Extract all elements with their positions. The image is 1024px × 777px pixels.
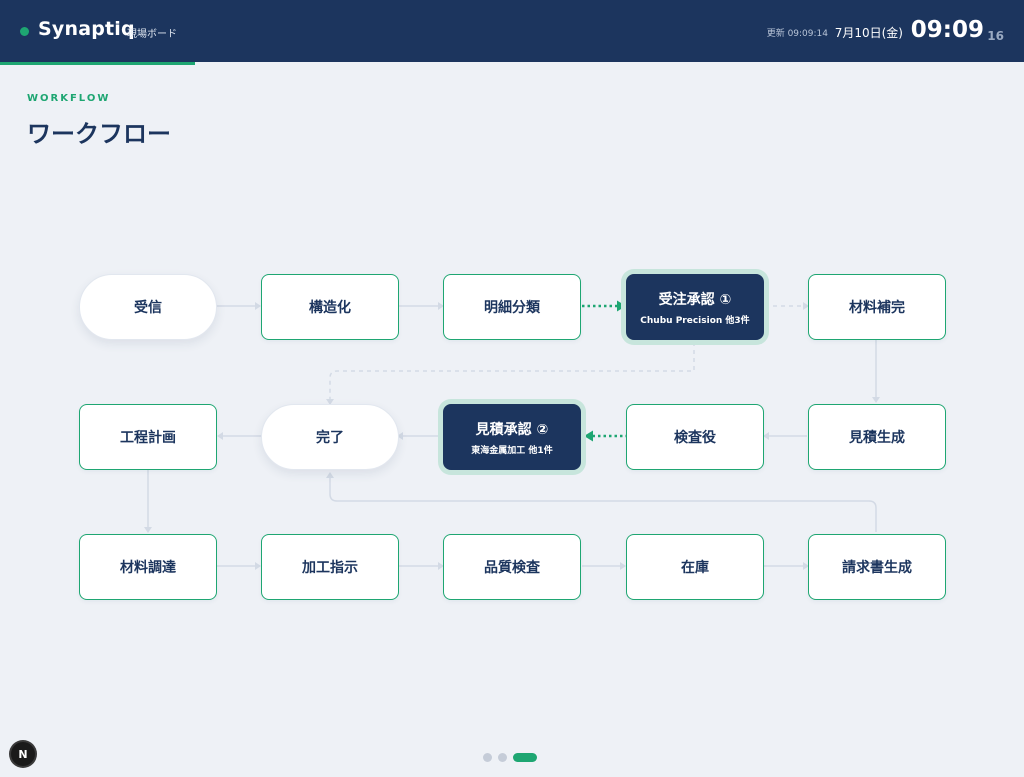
node-label: 見積生成: [849, 430, 905, 446]
workflow-node-材料調達[interactable]: 材料調達: [79, 534, 217, 600]
dev-tools-badge-icon[interactable]: N: [11, 742, 35, 766]
node-label: 構造化: [309, 300, 351, 316]
workflow-node-在庫[interactable]: 在庫: [626, 534, 764, 600]
node-label: 明細分類: [484, 300, 540, 316]
workflow-connectors: [144, 300, 880, 570]
node-label: 工程計画: [120, 430, 176, 446]
node-label: 在庫: [681, 560, 709, 576]
node-sublabel: 東海金属加工 他1件: [471, 445, 553, 456]
node-label: 完了: [316, 430, 344, 446]
node-label: 加工指示: [302, 560, 358, 576]
workflow-node-受注承認[interactable]: 受注承認 ① Chubu Precision 他3件: [626, 274, 764, 340]
node-label: 見積承認 ②: [475, 421, 549, 438]
workflow-node-明細分類[interactable]: 明細分類: [443, 274, 581, 340]
node-label: 検査役: [674, 430, 716, 446]
workflow-node-完了[interactable]: 完了: [261, 404, 399, 470]
node-label: 受信: [134, 300, 162, 316]
workflow-node-請求書生成[interactable]: 請求書生成: [808, 534, 946, 600]
workflow-node-工程計画[interactable]: 工程計画: [79, 404, 217, 470]
workflow-node-加工指示[interactable]: 加工指示: [261, 534, 399, 600]
workflow-node-構造化[interactable]: 構造化: [261, 274, 399, 340]
workflow-node-見積承認[interactable]: 見積承認 ② 東海金属加工 他1件: [443, 404, 581, 470]
page-dot-3-active[interactable]: [513, 753, 537, 762]
node-label: 材料調達: [120, 560, 176, 576]
workflow-node-材料補完[interactable]: 材料補完: [808, 274, 946, 340]
node-sublabel: Chubu Precision 他3件: [640, 315, 750, 326]
node-label: 材料補完: [849, 300, 905, 316]
node-label: 請求書生成: [842, 560, 912, 576]
workflow-node-受信[interactable]: 受信: [79, 274, 217, 340]
workflow-node-見積生成[interactable]: 見積生成: [808, 404, 946, 470]
page-indicator: [483, 753, 537, 762]
page-dot-1[interactable]: [483, 753, 492, 762]
page-dot-2[interactable]: [498, 753, 507, 762]
workflow-node-検査役[interactable]: 検査役: [626, 404, 764, 470]
node-label: 受注承認 ①: [658, 291, 732, 308]
node-label: 品質検査: [484, 560, 540, 576]
workflow-node-品質検査[interactable]: 品質検査: [443, 534, 581, 600]
